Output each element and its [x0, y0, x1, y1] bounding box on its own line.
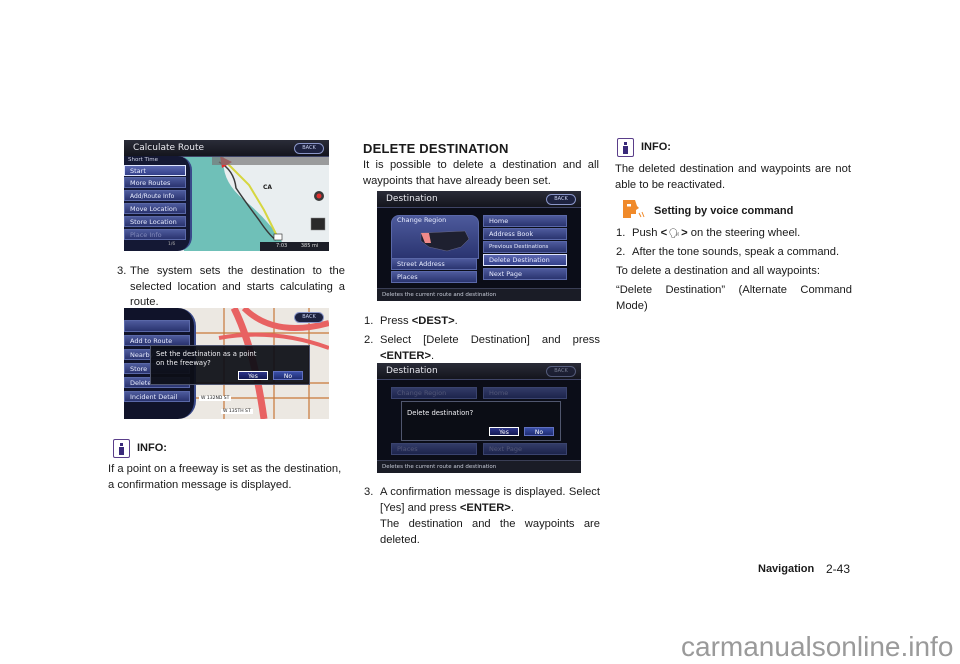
street-label-2: W 135TH ST: [221, 409, 253, 414]
screen-footer: Deletes the current route and destinatio…: [377, 460, 581, 473]
menu-blank[interactable]: [124, 320, 190, 332]
page-number: 2-43: [826, 562, 851, 576]
step-3-confirm: 3. A confirmation message is displayed. …: [364, 486, 600, 514]
menu-street-address[interactable]: Street Address: [391, 258, 477, 270]
menu-incident-detail[interactable]: Incident Detail: [124, 391, 190, 402]
menu-place-info[interactable]: Place Info: [124, 229, 186, 240]
menu-change-region[interactable]: Change Region: [397, 216, 446, 224]
back-button[interactable]: BACK: [294, 143, 324, 154]
destination-menu-screenshot: Destination BACK Change Region Street Ad…: [377, 191, 581, 301]
step-2: 2. Select [Delete Destination] and press…: [364, 334, 600, 362]
map-state-label: CA: [263, 184, 273, 191]
page-indicator: 1/6: [168, 242, 176, 247]
voice-instruction: To delete a destination and all waypoint…: [616, 265, 820, 277]
voice-command-text: “Delete Destination” (Alternate Command …: [616, 284, 852, 312]
back-button[interactable]: BACK: [546, 366, 576, 377]
dialog-message: Delete destination?: [407, 409, 474, 417]
freeway-dialog: Set the destination as a point on the fr…: [150, 345, 310, 385]
intro-text: It is possible to delete a destination a…: [363, 159, 599, 187]
info-text: If a point on a freeway is set as the de…: [108, 463, 342, 491]
voice-heading: Setting by voice command: [654, 205, 794, 217]
info-icon: [617, 138, 634, 157]
no-button[interactable]: No: [273, 371, 303, 380]
no-button[interactable]: No: [524, 427, 554, 436]
bg-home: Home: [483, 387, 567, 399]
menu-home[interactable]: Home: [483, 215, 567, 227]
step-3-calculate: 3. The system sets the destination to th…: [117, 265, 345, 308]
back-button[interactable]: BACK: [546, 194, 576, 205]
menu-more-routes[interactable]: More Routes: [124, 177, 186, 188]
yes-button[interactable]: Yes: [238, 371, 268, 380]
info-label: INFO:: [641, 141, 671, 153]
enter-key: <ENTER>: [459, 501, 511, 514]
yes-button[interactable]: Yes: [489, 427, 519, 436]
step-1: 1. Press <DEST>.: [364, 315, 458, 327]
info-text: The deleted destination and waypoints ar…: [615, 163, 851, 191]
bg-change-region: Change Region: [391, 387, 477, 399]
info-label: INFO:: [137, 442, 167, 454]
menu-next-page[interactable]: Next Page: [483, 268, 567, 280]
menu-delete-destination[interactable]: Delete Destination: [483, 254, 567, 266]
info-icon: [113, 439, 130, 458]
voice-step-2: 2. After the tone sounds, speak a comman…: [616, 246, 840, 258]
menu-move-location[interactable]: Move Location: [124, 203, 186, 214]
back-button[interactable]: BACK: [294, 312, 324, 323]
calculate-route-screenshot: CA 7:03 385 mi Calculate Route BACK Shor…: [124, 140, 329, 251]
watermark[interactable]: carmanualsonline.info: [681, 631, 953, 663]
step-3-result: The destination and the waypoints are de…: [380, 518, 600, 546]
menu-store-location[interactable]: Store Location: [124, 216, 186, 227]
street-label-1: W 132ND ST: [199, 396, 232, 401]
voice-command-icon: [623, 200, 645, 218]
bg-places: Places: [391, 443, 477, 455]
section-name: Navigation: [758, 563, 815, 575]
menu-add-route-info[interactable]: Add/Route Info: [124, 190, 186, 201]
delete-dialog: Delete destination? Yes No: [401, 401, 561, 441]
route-type-label: Short Time: [128, 157, 158, 163]
status-distance: 385 mi: [300, 243, 319, 249]
bg-next-page: Next Page: [483, 443, 567, 455]
menu-previous-destinations[interactable]: Previous Destinations: [483, 241, 567, 253]
map-road-banner: [212, 156, 329, 165]
map-status-bar: 7:03 385 mi: [260, 242, 329, 251]
menu-places[interactable]: Places: [391, 271, 477, 283]
voice-step-1: 1. Push <🗣> on the steering wheel.: [616, 226, 852, 242]
dialog-message: Set the destination as a point on the fr…: [156, 350, 257, 367]
us-map-icon: [420, 230, 470, 252]
menu-start[interactable]: Start: [124, 165, 186, 176]
talk-switch-icon: 🗣: [668, 228, 680, 238]
freeway-confirm-screenshot: Add to Route Nearby Store Delete Inciden…: [124, 308, 329, 419]
status-time: 7:03: [276, 243, 288, 249]
finish-flag-icon: [273, 233, 283, 241]
dest-key: <DEST>: [411, 315, 455, 327]
enter-key: <ENTER>: [380, 349, 431, 362]
section-heading: DELETE DESTINATION: [363, 141, 509, 156]
screen-footer: Deletes the current route and destinatio…: [377, 288, 581, 301]
menu-address-book[interactable]: Address Book: [483, 228, 567, 240]
delete-confirm-screenshot: Destination BACK Change Region Home Plac…: [377, 363, 581, 473]
